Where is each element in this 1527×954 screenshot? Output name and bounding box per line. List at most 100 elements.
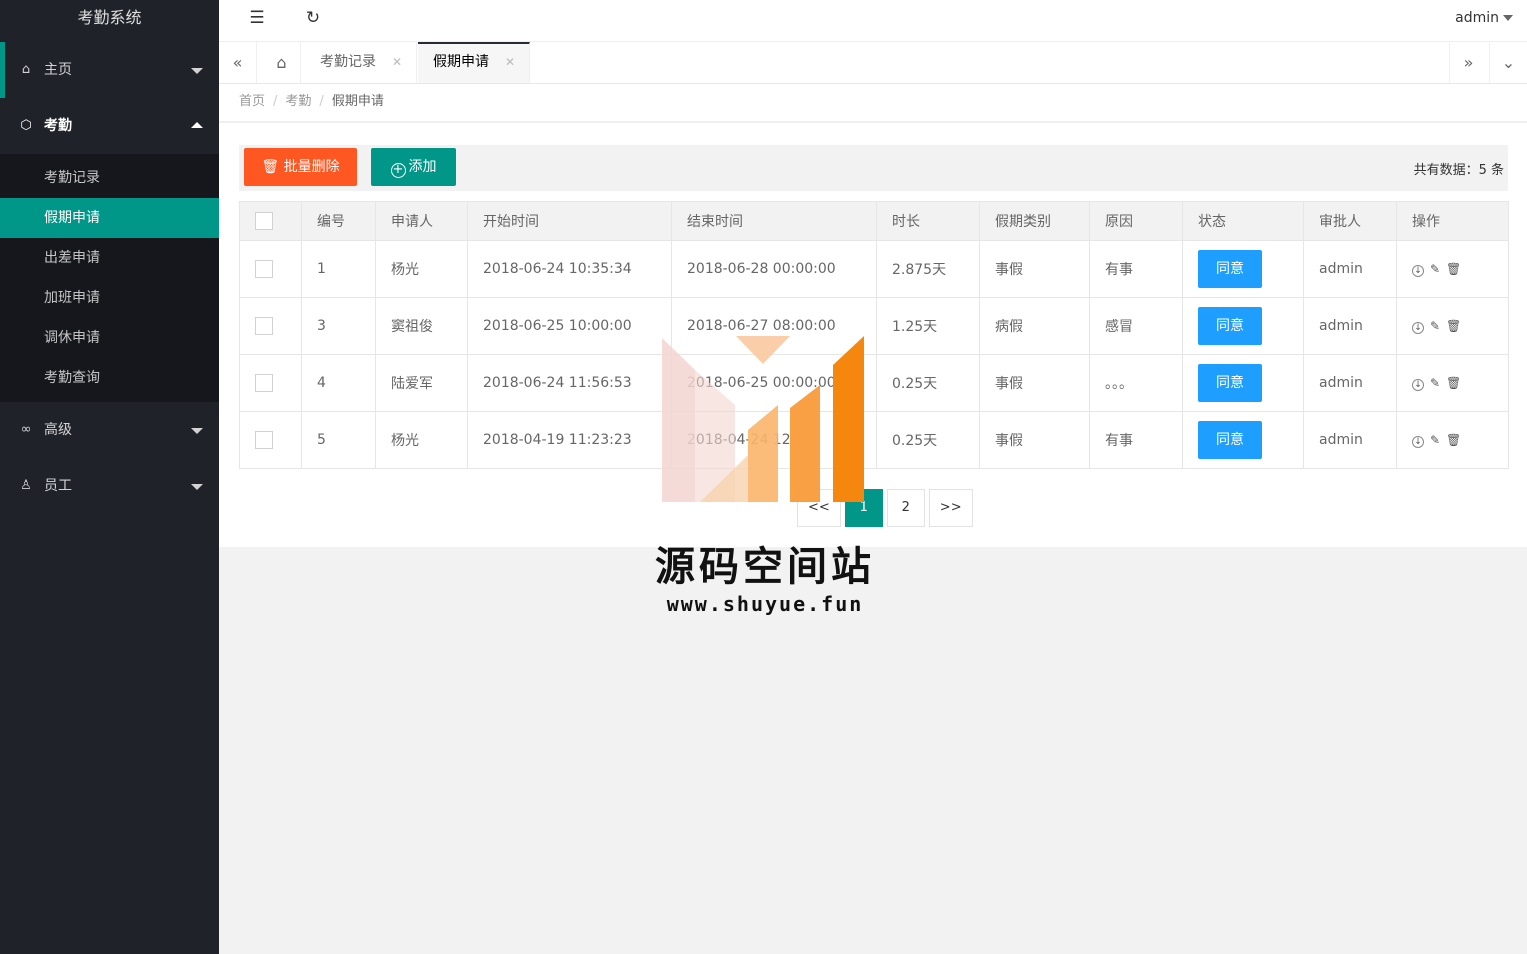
row-checkbox[interactable] [255, 260, 273, 278]
delete-icon[interactable]: 🗑 [1446, 433, 1461, 447]
sidebar-subitem-attendance-query[interactable]: 考勤查询 [0, 358, 219, 398]
chevron-down-icon [191, 484, 203, 490]
user-menu[interactable]: admin [1455, 10, 1513, 26]
sidebar-subitem-attendance-records[interactable]: 考勤记录 [0, 158, 219, 198]
user-name: admin [1455, 10, 1499, 26]
cell-start: 2018-06-24 10:35:34 [467, 240, 672, 298]
column-header: 操作 [1396, 201, 1509, 241]
breadcrumb: 首页 / 考勤 / 假期申请 [219, 84, 1527, 122]
home-icon: ⌂ [21, 62, 31, 77]
cell-approver: admin [1303, 354, 1397, 412]
breadcrumb-separator: / [273, 94, 278, 109]
sidebar-subitem-overtime[interactable]: 加班申请 [0, 278, 219, 318]
status-agree-button[interactable]: 同意 [1198, 364, 1262, 402]
column-header: 状态 [1182, 201, 1304, 241]
status-agree-button[interactable]: 同意 [1198, 421, 1262, 459]
cell-id: 1 [301, 240, 376, 298]
delete-icon[interactable]: 🗑 [1446, 376, 1461, 390]
status-agree-button[interactable]: 同意 [1198, 307, 1262, 345]
edit-icon[interactable]: ✎ [1428, 376, 1442, 390]
cell-reason: 感冒 [1089, 297, 1183, 355]
cell-duration: 0.25天 [876, 354, 980, 412]
menu-collapse-icon[interactable]: ☰ [245, 8, 269, 30]
row-select-cell [239, 240, 302, 298]
cell-type: 病假 [979, 297, 1090, 355]
row-checkbox[interactable] [255, 317, 273, 335]
edit-icon[interactable]: ✎ [1428, 433, 1442, 447]
edit-icon[interactable]: ✎ [1428, 262, 1442, 276]
tabs-scroll-left-icon[interactable]: « [219, 42, 257, 83]
column-header: 假期类别 [979, 201, 1090, 241]
cell-approver: admin [1303, 240, 1397, 298]
sidebar-subitem-leave-request[interactable]: 假期申请 [0, 198, 219, 238]
add-button[interactable]: + 添加 [371, 148, 456, 186]
cell-id: 5 [301, 411, 376, 469]
cell-duration: 1.25天 [876, 297, 980, 355]
tab-label: 假期申请 [433, 54, 489, 70]
tab-attendance-records[interactable]: 考勤记录 ✕ [305, 42, 417, 83]
sidebar-item-advanced[interactable]: ∞ 高级 [0, 402, 219, 458]
breadcrumb-home[interactable]: 首页 [239, 94, 265, 109]
cell-reason: 有事 [1089, 411, 1183, 469]
sidebar: 考勤系统 ⌂ 主页 ⬡ 考勤 考勤记录 假期申请 出差申请 加班申请 调休申请 … [0, 0, 219, 954]
total-count: 共有数据：5 条 [1413, 163, 1504, 178]
column-header: 开始时间 [467, 201, 672, 241]
attendance-submenu: 考勤记录 假期申请 出差申请 加班申请 调休申请 考勤查询 [0, 154, 219, 402]
edit-icon[interactable]: ✎ [1428, 319, 1442, 333]
cell-id: 3 [301, 297, 376, 355]
download-icon[interactable]: ↓ [1412, 379, 1424, 391]
cell-applicant: 陆爱军 [375, 354, 468, 412]
cell-actions: ↓ ✎ 🗑 [1396, 411, 1509, 469]
delete-icon[interactable]: 🗑 [1446, 262, 1461, 276]
cell-reason: 。。。 [1089, 354, 1183, 412]
table-row: 1 杨光 2018-06-24 10:35:34 2018-06-28 00:0… [239, 240, 1509, 298]
column-header: 编号 [301, 201, 376, 241]
batch-delete-button[interactable]: 🗑 批量删除 [244, 148, 357, 186]
cell-actions: ↓ ✎ 🗑 [1396, 354, 1509, 412]
tab-leave-request[interactable]: 假期申请 ✕ [418, 42, 530, 83]
select-all-cell [239, 201, 302, 241]
breadcrumb-current: 假期申请 [331, 94, 384, 109]
close-icon[interactable]: ✕ [392, 42, 402, 83]
breadcrumb-attendance[interactable]: 考勤 [285, 94, 311, 109]
cell-actions: ↓ ✎ 🗑 [1396, 297, 1509, 355]
row-checkbox[interactable] [255, 374, 273, 392]
close-icon[interactable]: ✕ [505, 44, 515, 81]
pagination-next[interactable]: >> [928, 489, 973, 527]
cell-approver: admin [1303, 297, 1397, 355]
cell-type: 事假 [979, 240, 1090, 298]
add-label: 添加 [408, 159, 437, 175]
tabs-scroll-right-icon[interactable]: » [1449, 42, 1487, 83]
batch-delete-label: 批量删除 [283, 159, 340, 175]
refresh-icon[interactable]: ↻ [301, 8, 325, 30]
chevron-up-icon [191, 122, 203, 128]
cell-reason: 有事 [1089, 240, 1183, 298]
link-icon: ∞ [20, 422, 32, 437]
plus-circle-icon: + [390, 163, 406, 178]
download-icon[interactable]: ↓ [1412, 322, 1424, 334]
cell-duration: 2.875天 [876, 240, 980, 298]
sidebar-item-employees[interactable]: ♙ 员工 [0, 458, 219, 514]
delete-icon[interactable]: 🗑 [1446, 319, 1461, 333]
chevron-down-icon [191, 68, 203, 74]
cell-status: 同意 [1182, 240, 1304, 298]
sidebar-subitem-comp-leave[interactable]: 调休申请 [0, 318, 219, 358]
cube-icon: ⬡ [20, 118, 32, 133]
breadcrumb-separator: / [319, 94, 324, 109]
sidebar-item-attendance[interactable]: ⬡ 考勤 [0, 98, 219, 154]
sidebar-item-label: 考勤 [44, 118, 72, 134]
row-checkbox[interactable] [255, 431, 273, 449]
pagination-page-2[interactable]: 2 [886, 489, 925, 527]
select-all-checkbox[interactable] [255, 212, 273, 230]
sidebar-item-home[interactable]: ⌂ 主页 [0, 42, 219, 98]
table-header-row: 编号 申请人 开始时间 结束时间 时长 假期类别 原因 状态 审批人 操作 [239, 201, 1509, 241]
sidebar-subitem-business-trip[interactable]: 出差申请 [0, 238, 219, 278]
status-agree-button[interactable]: 同意 [1198, 250, 1262, 288]
cell-approver: admin [1303, 411, 1397, 469]
download-icon[interactable]: ↓ [1412, 265, 1424, 277]
tabs-bar: « ⌂ 考勤记录 ✕ 假期申请 ✕ » ⌄ [219, 42, 1527, 84]
cell-type: 事假 [979, 411, 1090, 469]
download-icon[interactable]: ↓ [1412, 436, 1424, 448]
tab-home-icon[interactable]: ⌂ [263, 42, 301, 83]
tabs-dropdown-icon[interactable]: ⌄ [1489, 42, 1527, 83]
